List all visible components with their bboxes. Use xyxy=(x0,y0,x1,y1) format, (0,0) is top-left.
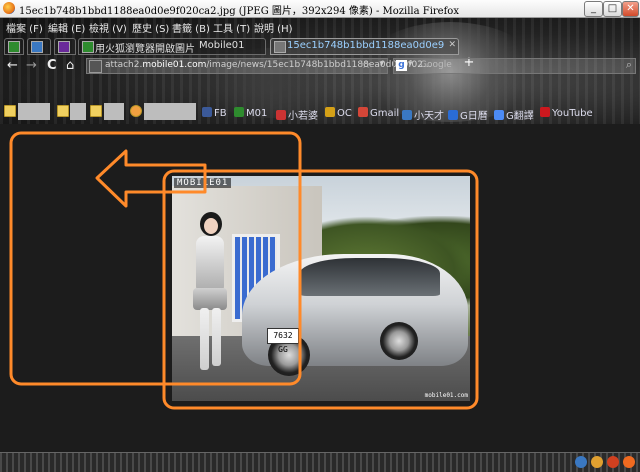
calendar-icon xyxy=(448,110,458,120)
mobile01-icon xyxy=(82,41,94,53)
bookmark-xiaotiancai[interactable]: 小天才 xyxy=(402,107,444,122)
search-icon[interactable]: ⌕ xyxy=(626,58,632,72)
menu-view[interactable]: 檢視 (V) xyxy=(89,20,127,35)
menu-bookmarks[interactable]: 書籤 (B) xyxy=(172,20,210,35)
maximize-button[interactable]: □ xyxy=(603,1,622,17)
annotation-overlay xyxy=(9,131,479,410)
close-tab-icon[interactable]: ✕ xyxy=(448,40,456,50)
addon-icon[interactable] xyxy=(575,456,587,468)
translate-icon xyxy=(494,110,504,120)
tab-pinned-2[interactable] xyxy=(27,38,51,55)
tab-strip: 用火狐瀏覽器開啟圖片時... Mobile01 15ec1b748b1bbd11… xyxy=(0,36,640,69)
menu-bar: 檔案 (F) 編輯 (E) 檢視 (V) 歷史 (S) 書籤 (B) 工具 (T… xyxy=(0,18,640,35)
mobile01-icon xyxy=(8,41,20,53)
close-button[interactable]: ✕ xyxy=(622,1,639,17)
google-icon[interactable]: g xyxy=(396,60,407,71)
menu-tools[interactable]: 工具 (T) xyxy=(213,20,250,35)
bookmark-m01[interactable]: M01 xyxy=(234,107,267,119)
folder-icon[interactable] xyxy=(90,105,102,117)
addon-icon[interactable] xyxy=(607,456,619,468)
url-bar[interactable]: attach2.mobile01.com/image/news/15ec1b74… xyxy=(86,58,432,74)
bookmark-gtranslate[interactable]: G翻譯 xyxy=(494,107,534,122)
minimize-button[interactable]: _ xyxy=(584,1,603,17)
bookmark-youtube[interactable]: YouTube xyxy=(540,107,593,119)
bookmark-gcalendar[interactable]: G日曆 xyxy=(448,107,488,122)
status-bar xyxy=(0,452,640,472)
forward-button[interactable]: → xyxy=(26,58,37,73)
bookmark-oc[interactable]: OC xyxy=(325,107,352,119)
menu-edit[interactable]: 編輯 (E) xyxy=(48,20,85,35)
site-icon xyxy=(31,41,43,53)
bookmark-fb[interactable]: FB xyxy=(202,107,227,119)
site-icon xyxy=(276,110,286,120)
bookmark-star-icon[interactable]: ☆ xyxy=(361,58,371,71)
site-icon xyxy=(325,107,335,117)
addon-icon[interactable] xyxy=(591,456,603,468)
redacted-bookmark[interactable] xyxy=(18,103,50,120)
bookmark-xiaoruopo[interactable]: 小若婆 xyxy=(276,107,318,122)
back-button[interactable]: ← xyxy=(7,58,18,73)
title-bar: 15ec1b748b1bbd1188ea0d0e9f020ca2.jpg (JP… xyxy=(0,0,640,18)
youtube-icon xyxy=(540,107,550,117)
tab-pinned-3[interactable] xyxy=(54,38,76,55)
site-identity-icon[interactable] xyxy=(89,60,102,73)
tab-firefox-image[interactable]: 用火狐瀏覽器開啟圖片時... Mobile01 xyxy=(78,38,266,55)
menu-history[interactable]: 歷史 (S) xyxy=(132,20,169,35)
image-icon xyxy=(274,41,286,53)
folder-icon[interactable] xyxy=(57,105,69,117)
mobile01-icon xyxy=(234,107,244,117)
search-placeholder: Google xyxy=(420,60,452,70)
annotation-box-right xyxy=(162,169,479,410)
redacted-bookmark[interactable] xyxy=(144,103,196,120)
redacted-bookmark[interactable] xyxy=(104,103,124,120)
site-icon xyxy=(402,110,412,120)
site-icon[interactable] xyxy=(130,105,142,117)
home-button[interactable]: ⌂ xyxy=(66,58,74,73)
url-dropdown-icon[interactable]: ▾ xyxy=(379,59,384,69)
engine-dropdown-icon[interactable]: ▾ xyxy=(408,59,413,69)
menu-help[interactable]: 說明 (H) xyxy=(254,20,293,35)
firefox-icon xyxy=(3,2,15,14)
bookmark-gmail[interactable]: Gmail xyxy=(358,107,399,119)
window-title: 15ec1b748b1bbd1188ea0d0e9f020ca2.jpg (JP… xyxy=(19,6,459,17)
menu-file[interactable]: 檔案 (F) xyxy=(6,20,43,35)
tab-pinned-1[interactable] xyxy=(4,38,24,55)
left-arrow-icon xyxy=(95,149,207,208)
facebook-icon xyxy=(202,107,212,117)
reload-button[interactable]: C xyxy=(47,58,57,73)
yahoo-icon xyxy=(58,41,70,53)
redacted-bookmark[interactable] xyxy=(70,103,86,120)
folder-icon[interactable] xyxy=(4,105,16,117)
tab-image-active[interactable]: 15ec1b748b1bbd1188ea0d0e9f020ca2.jp... ✕ xyxy=(270,38,459,55)
gmail-icon xyxy=(358,107,368,117)
firefox-status-icon[interactable] xyxy=(623,456,635,468)
search-bar[interactable]: g ▾ Google ⌕ xyxy=(393,58,636,74)
